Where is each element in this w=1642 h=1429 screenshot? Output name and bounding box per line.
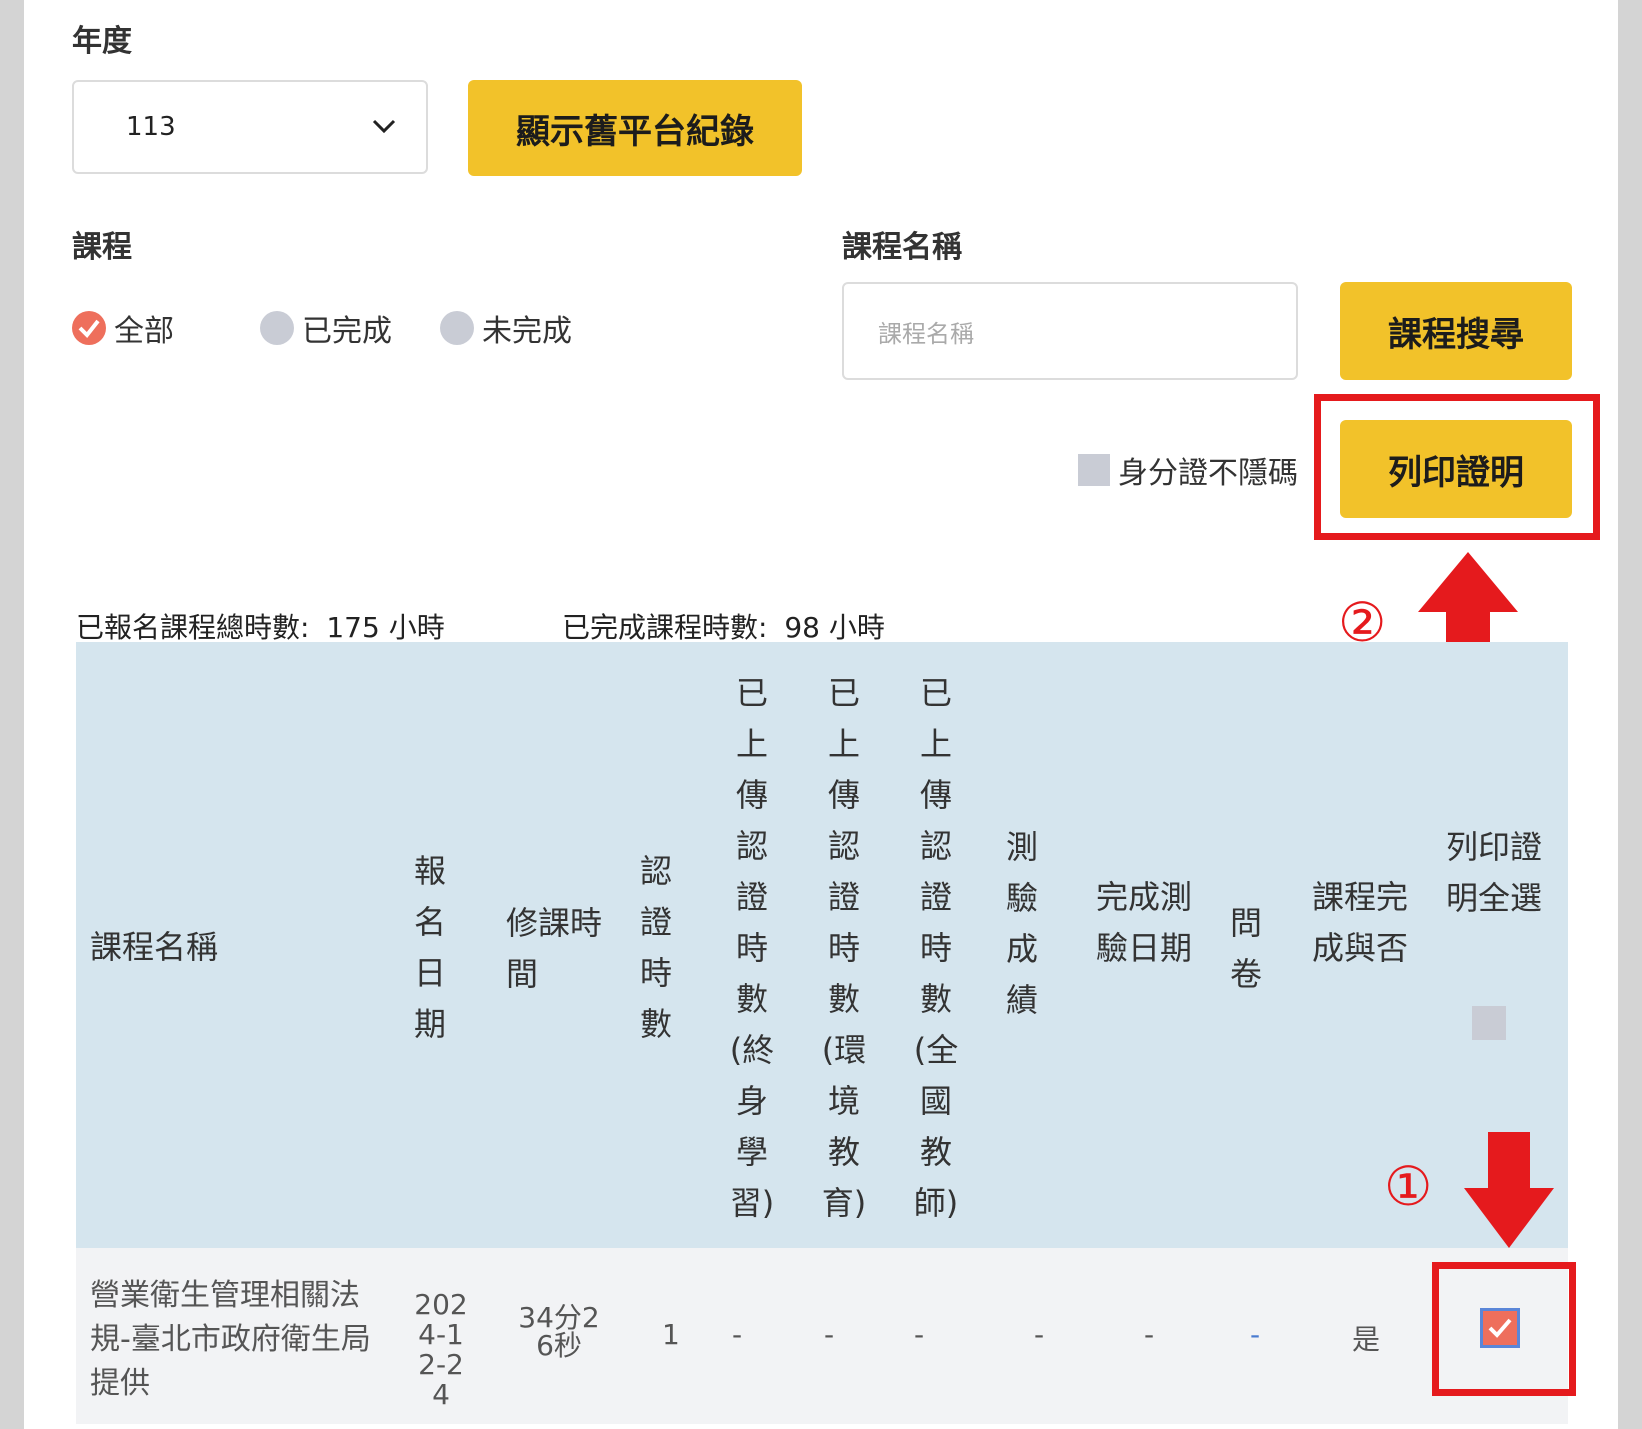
radio-all[interactable]: 全部: [72, 306, 174, 350]
year-label: 年度: [72, 24, 132, 59]
th-print-all: 列印證明全選: [1446, 828, 1543, 917]
radio-incomplete[interactable]: 未完成: [440, 306, 572, 350]
year-select-value: 113: [126, 112, 176, 142]
step-1-marker: ①: [1384, 1155, 1433, 1218]
th-test-score: 測驗成績: [1005, 828, 1038, 1019]
course-label: 課程: [72, 230, 132, 265]
th-cert-hours: 認證時數: [639, 852, 672, 1043]
th-completed: 課程完成與否: [1312, 878, 1409, 967]
radio-all-label: 全部: [114, 314, 174, 349]
td-course-name: 營業衛生管理相關法規-臺北市政府衛生局提供: [90, 1278, 371, 1401]
annotation-highlight-print: [1314, 394, 1600, 540]
course-name-input[interactable]: 課程名稱: [842, 282, 1298, 380]
checkbox-unchecked-icon: [1078, 454, 1110, 486]
td-test-score: -: [1034, 1318, 1045, 1351]
td-uploaded-lifelong: -: [732, 1318, 743, 1351]
registered-hours: 已報名課程總時數: 175 小時: [76, 606, 445, 646]
completed-hours-value: 98 小時: [784, 611, 885, 644]
td-survey-link[interactable]: -: [1250, 1318, 1260, 1351]
course-search-button[interactable]: 課程搜尋: [1340, 282, 1572, 380]
table-row: 營業衛生管理相關法規-臺北市政府衛生局提供 2024-12-24 34分26秒 …: [76, 1248, 1568, 1424]
td-study-time: 34分26秒: [518, 1301, 600, 1362]
th-reg-date: 報名日期: [413, 852, 446, 1043]
chevron-down-icon: [372, 119, 396, 134]
th-course-name: 課程名稱: [90, 928, 219, 966]
completed-hours-label: 已完成課程時數:: [562, 611, 768, 644]
radio-completed[interactable]: 已完成: [260, 306, 392, 350]
td-completed: 是: [1352, 1323, 1381, 1356]
td-cert-hours: 1: [662, 1318, 680, 1351]
radio-unchecked-icon: [440, 311, 474, 345]
registered-hours-label: 已報名課程總時數:: [76, 611, 310, 644]
completed-hours: 已完成課程時數: 98 小時: [562, 606, 885, 646]
course-name-label: 課程名稱: [842, 230, 962, 265]
radio-checked-icon: [72, 311, 106, 345]
registered-hours-value: 175 小時: [326, 611, 445, 644]
select-all-checkbox[interactable]: [1472, 1006, 1506, 1040]
id-unmask-checkbox[interactable]: 身分證不隱碼: [1078, 448, 1298, 492]
th-study-time: 修課時間: [506, 904, 603, 993]
th-uploaded-lifelong: 已上傳認證時數(終身學習): [729, 674, 775, 1222]
th-uploaded-env: 已上傳認證時數(環境教育): [821, 674, 867, 1222]
td-test-date: -: [1144, 1318, 1155, 1351]
annotation-highlight-checkbox: [1432, 1262, 1576, 1396]
id-unmask-label: 身分證不隱碼: [1118, 456, 1298, 491]
th-survey: 問卷: [1229, 904, 1262, 993]
th-test-date: 完成測驗日期: [1096, 878, 1193, 967]
table-header: 課程名稱 報名日期 修課時間 認證時數 已上傳認證時數(終身學習) 已上傳認證時…: [76, 642, 1568, 1248]
td-uploaded-teacher: -: [914, 1318, 925, 1351]
td-reg-date: 2024-12-24: [414, 1288, 468, 1411]
td-uploaded-env: -: [824, 1318, 835, 1351]
year-select[interactable]: 113: [72, 80, 428, 174]
radio-unchecked-icon: [260, 311, 294, 345]
th-uploaded-teacher: 已上傳認證時數(全國教師): [913, 674, 959, 1222]
arrow-down-icon: [1464, 1132, 1554, 1248]
radio-incomplete-label: 未完成: [482, 314, 572, 349]
show-old-records-button[interactable]: 顯示舊平台紀錄: [468, 80, 802, 176]
radio-completed-label: 已完成: [302, 314, 392, 349]
